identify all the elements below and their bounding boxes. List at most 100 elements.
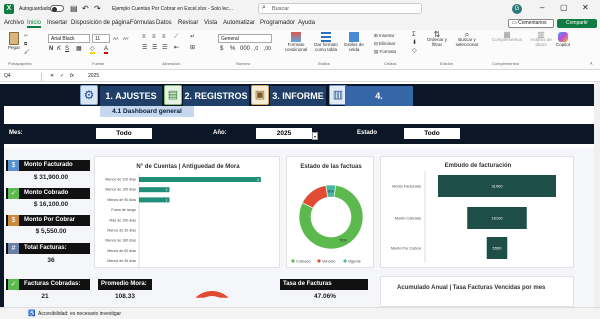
tab-ayuda[interactable]: Ayuda <box>298 20 315 26</box>
accessibility-status[interactable]: Accesibilidad: es necesario investigar <box>38 311 121 317</box>
addins-button[interactable]: ▦ Complementos <box>490 31 524 43</box>
anio-value[interactable]: 2025 <box>256 128 312 139</box>
avatar[interactable]: G <box>512 4 522 14</box>
underline-icon[interactable]: S <box>65 46 69 52</box>
enter-icon[interactable]: ✓ <box>60 73 64 79</box>
nav-dashboard-button[interactable]: 4. DASHBOARD <box>345 86 413 121</box>
orientation-icon[interactable]: ⟋ <box>174 34 178 40</box>
search-box[interactable]: ⌕ Buscar <box>258 3 422 14</box>
cobrado-icon: ✓ <box>8 188 19 199</box>
number-format-select[interactable]: General <box>218 34 272 43</box>
font-color-icon[interactable]: A <box>104 46 109 54</box>
anio-dropdown-icon[interactable]: ▾ <box>312 132 318 140</box>
bar-category-label: Fuera de rango <box>111 208 136 212</box>
insert-cells-button[interactable]: ⊞ Insertar <box>374 33 394 38</box>
mes-value[interactable]: Todo <box>96 128 152 139</box>
vertical-scrollbar[interactable] <box>594 82 600 307</box>
data-analysis-label: Análisis de datos <box>530 37 552 47</box>
data-analysis-button[interactable]: ▥ Análisis de datos <box>530 31 552 48</box>
fill-icon[interactable]: ⬇ <box>412 40 417 46</box>
indent-icon[interactable]: ⇤ <box>174 45 179 51</box>
delete-cells-button[interactable]: ⊟ Eliminar <box>374 41 395 46</box>
formula-input[interactable]: 2025 <box>88 73 99 79</box>
tab-revisar[interactable]: Revisar <box>178 20 198 26</box>
name-box[interactable]: Q4 <box>2 73 42 81</box>
thousands-icon[interactable]: 000 <box>240 46 250 52</box>
shrink-font-icon[interactable]: A˅ <box>123 36 129 41</box>
estado-value[interactable]: Todo <box>404 128 460 139</box>
increase-decimal-icon[interactable]: ,0 <box>254 47 258 52</box>
nav-informe-button[interactable]: 3. INFORME <box>270 86 326 106</box>
tab-archivo[interactable]: Archivo <box>4 20 24 26</box>
nav-ajustes-button[interactable]: 1. AJUSTES <box>100 86 162 106</box>
format-cells-button[interactable]: ▤ Formato <box>374 49 396 54</box>
donut-legend-label: Vigente <box>348 259 361 263</box>
align-right-icon[interactable]: ☰ <box>162 45 167 51</box>
bar-category-label: Menos de 120 días <box>105 178 136 182</box>
copilot-button[interactable]: Copilot <box>554 32 572 47</box>
conditional-format-label: Formato condicional <box>284 42 308 52</box>
cell-styles-icon <box>349 32 359 42</box>
save-icon[interactable]: ▤ <box>70 4 78 13</box>
bar-category-label: Más de 150 días <box>109 218 136 222</box>
format-painter-icon[interactable]: 🖌 <box>24 49 30 54</box>
tab-datos[interactable]: Datos <box>156 20 172 26</box>
facturado-icon: $ <box>8 160 19 171</box>
cell-styles-button[interactable]: Estilos de celda <box>342 32 366 52</box>
settings-icon: ⚙ <box>80 85 98 105</box>
share-button[interactable]: Compartir <box>557 19 597 28</box>
minimize-icon[interactable]: – <box>540 3 544 12</box>
tab-disposicion[interactable]: Disposición de página <box>71 20 130 26</box>
bar-category-label: Menos de 30 días <box>107 229 136 233</box>
decrease-decimal-icon[interactable]: ,00 <box>264 47 271 52</box>
collapse-ribbon-icon[interactable]: ˄ <box>590 61 593 66</box>
borders-icon[interactable]: ▦ <box>76 46 82 52</box>
paste-label: Pegar <box>7 45 20 50</box>
accessibility-icon[interactable]: ♿ <box>28 310 35 317</box>
clear-icon[interactable]: ◇ <box>412 48 417 54</box>
autosave-toggle[interactable] <box>50 5 64 12</box>
tab-programador[interactable]: Programador <box>260 20 295 26</box>
paste-button[interactable]: Pegar <box>6 32 22 50</box>
conditional-format-icon <box>291 32 301 42</box>
find-select-button[interactable]: ⌕ Buscar y seleccionar <box>452 31 482 48</box>
autosum-icon[interactable]: Σ <box>412 32 416 38</box>
wrap-text-icon[interactable]: ↵ <box>190 34 195 40</box>
percent-icon[interactable]: % <box>230 46 235 52</box>
conditional-format-button[interactable]: Formato condicional <box>282 32 310 52</box>
cut-icon[interactable]: ✂ <box>24 33 28 38</box>
function-icon[interactable]: fx <box>70 73 74 79</box>
tab-inicio[interactable]: Inicio <box>27 20 42 28</box>
sort-filter-button[interactable]: ⇅ Ordenar y filtrar <box>424 31 450 48</box>
redo-icon[interactable]: ↷ <box>94 4 101 13</box>
grow-font-icon[interactable]: A˄ <box>113 36 119 41</box>
currency-icon[interactable]: $ <box>220 46 223 52</box>
comments-button[interactable]: ▭ Comentarios <box>508 19 554 28</box>
merge-center-icon[interactable]: ⊞ <box>190 45 195 51</box>
tab-insertar[interactable]: Insertar <box>47 20 67 26</box>
align-left-icon[interactable]: ☰ <box>142 45 147 51</box>
align-top-icon[interactable]: ≡ <box>142 34 146 40</box>
bar-data-label: 1 <box>165 188 167 192</box>
bold-icon[interactable]: N <box>49 46 53 52</box>
italic-icon[interactable]: K <box>57 46 61 52</box>
format-table-button[interactable]: Dar formato como tabla <box>312 32 340 52</box>
font-name-select[interactable]: Arial Black <box>48 34 90 43</box>
align-middle-icon[interactable]: ≡ <box>152 34 156 40</box>
align-bottom-icon[interactable]: ≡ <box>162 34 166 40</box>
copy-icon[interactable]: ⧉ <box>24 41 27 46</box>
undo-icon[interactable]: ↶ <box>82 4 89 13</box>
align-center-icon[interactable]: ☰ <box>152 45 157 51</box>
alignment-group-label: Alineación <box>162 61 181 66</box>
tab-formulas[interactable]: Fórmulas <box>130 20 155 26</box>
cancel-icon[interactable]: ✕ <box>50 73 54 79</box>
tab-vista[interactable]: Vista <box>204 20 217 26</box>
close-icon[interactable]: ✕ <box>582 3 589 12</box>
donut-slice <box>301 185 329 209</box>
fill-color-icon[interactable]: ◇ <box>90 46 95 54</box>
monto-cobrado-value: $ 16,100.00 <box>33 201 69 208</box>
nav-registros-button[interactable]: 2. REGISTROS <box>183 86 249 106</box>
maximize-icon[interactable]: ▢ <box>560 3 568 12</box>
tab-automatizar[interactable]: Automatizar <box>223 20 255 26</box>
font-size-select[interactable]: 11 <box>92 34 110 43</box>
